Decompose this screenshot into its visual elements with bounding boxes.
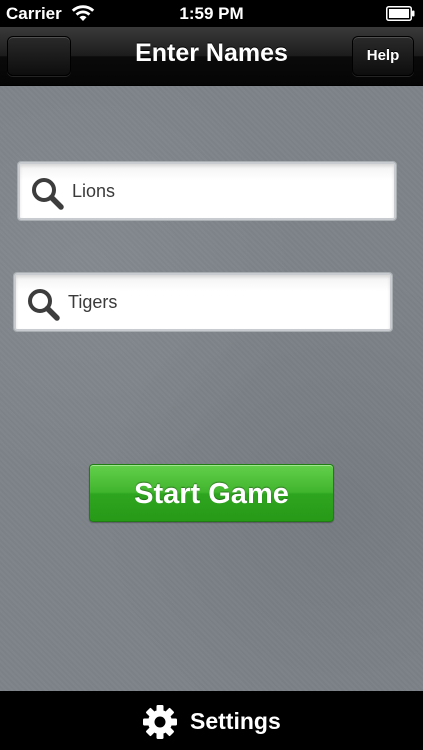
page-title: Enter Names xyxy=(135,39,288,67)
search-icon xyxy=(28,289,60,321)
start-game-button[interactable]: Start Game xyxy=(89,464,334,522)
gear-icon xyxy=(143,705,177,739)
nav-bar: Enter Names Help xyxy=(0,27,423,86)
main-content: Start Game xyxy=(0,86,423,691)
battery-icon xyxy=(386,6,415,21)
search-icon xyxy=(32,178,64,210)
team2-name-input[interactable] xyxy=(68,275,380,329)
team1-name-field[interactable] xyxy=(18,162,396,220)
app-screen: Carrier 1:59 PM Enter Names Help Lions T… xyxy=(0,0,423,750)
status-bar: Carrier 1:59 PM xyxy=(0,0,423,27)
settings-label: Settings xyxy=(190,708,281,734)
nav-left-button[interactable] xyxy=(7,36,71,76)
team1-name-input[interactable] xyxy=(72,164,384,218)
bottom-bar: Settings xyxy=(0,691,423,750)
team2-name-field[interactable] xyxy=(14,273,392,331)
status-time: 1:59 PM xyxy=(179,4,244,23)
help-button[interactable]: Help xyxy=(352,36,414,76)
settings-button[interactable]: Settings xyxy=(138,699,298,743)
